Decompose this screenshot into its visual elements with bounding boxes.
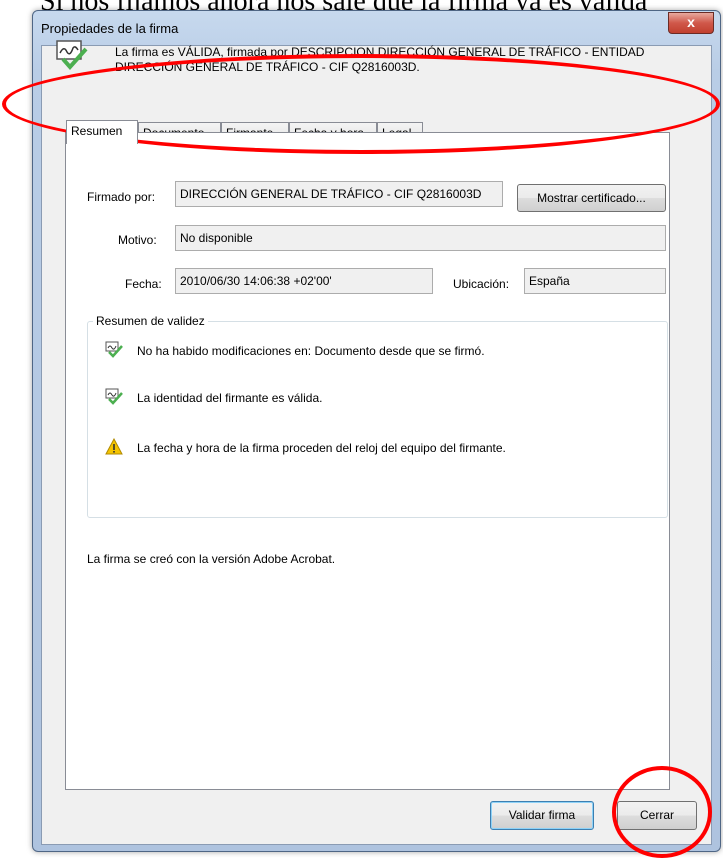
signed-by-label: Firmado por: bbox=[87, 190, 156, 204]
validate-signature-button[interactable]: Validar firma bbox=[490, 801, 594, 830]
validity-item-text: No ha habido modificaciones en: Document… bbox=[137, 344, 485, 358]
warning-icon bbox=[105, 438, 123, 455]
reason-field: No disponible bbox=[175, 225, 666, 251]
reason-label: Motivo: bbox=[118, 233, 157, 247]
date-field: 2010/06/30 14:06:38 +02'00' bbox=[175, 268, 433, 294]
signature-status-line-1: La firma es VÁLIDA, firmada por DESCRIPC… bbox=[115, 45, 645, 59]
close-button[interactable]: Cerrar bbox=[617, 801, 697, 830]
location-label: Ubicación: bbox=[453, 277, 510, 291]
signature-valid-icon bbox=[56, 40, 88, 71]
validity-item-text: La identidad del firmante es válida. bbox=[137, 391, 323, 405]
signed-by-field: DIRECCIÓN GENERAL DE TRÁFICO - CIF Q2816… bbox=[175, 181, 503, 207]
signature-status-line-2: DIRECCIÓN GENERAL DE TRÁFICO - CIF Q2816… bbox=[115, 60, 420, 74]
location-field: España bbox=[524, 268, 666, 294]
signature-status-text: La firma es VÁLIDA, firmada por DESCRIPC… bbox=[115, 45, 705, 75]
title-bar: Propiedades de la firma x bbox=[33, 11, 720, 45]
show-certificate-button[interactable]: Mostrar certificado... bbox=[517, 184, 666, 212]
signature-valid-icon bbox=[105, 388, 123, 405]
acrobat-version-note: La firma se creó con la versión Adobe Ac… bbox=[87, 552, 336, 566]
signature-valid-icon bbox=[105, 341, 123, 358]
window-title: Propiedades de la firma bbox=[41, 21, 179, 36]
validity-item-text: La fecha y hora de la firma proceden del… bbox=[137, 441, 506, 455]
close-window-button[interactable]: x bbox=[668, 12, 714, 34]
date-label: Fecha: bbox=[125, 277, 162, 291]
validity-summary-title: Resumen de validez bbox=[93, 314, 208, 328]
tab-resumen[interactable]: Resumen bbox=[66, 120, 138, 144]
